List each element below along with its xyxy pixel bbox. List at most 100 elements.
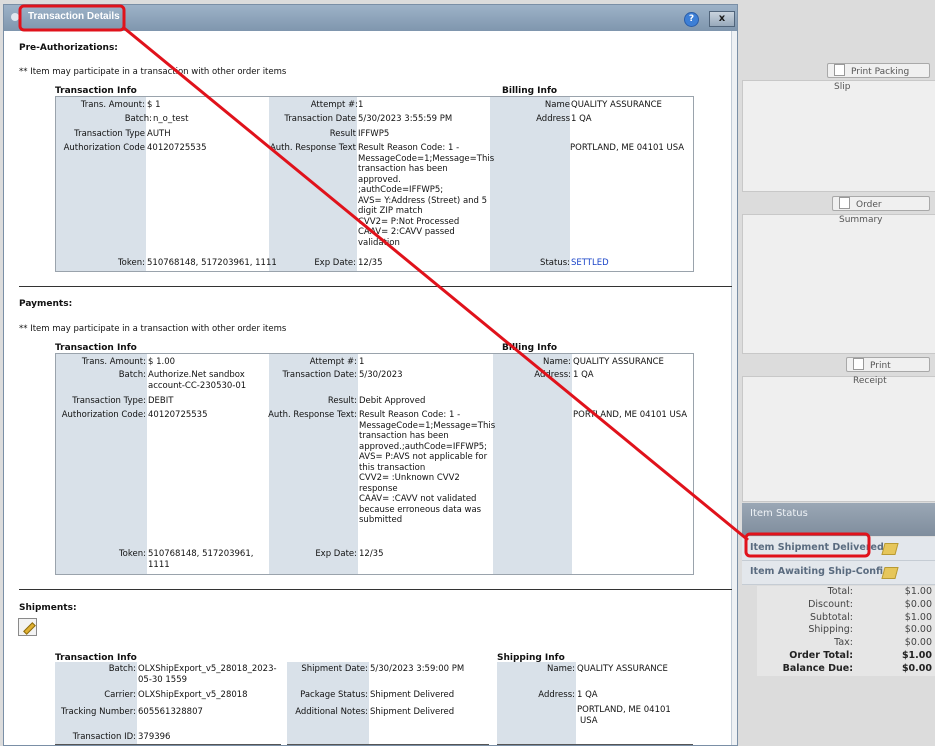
transaction-date-value: 5/30/2023 3:55:59 PM <box>358 114 453 124</box>
document-icon <box>839 197 850 209</box>
exp-date-label: Exp Date: <box>314 258 356 268</box>
attempt-value: 1 <box>358 100 364 110</box>
attempt-label: Attempt #: <box>310 100 358 110</box>
status-label: Status: <box>540 258 570 268</box>
preauth-table: Trans. Amount: $ 1 Batch: n_o_test Trans… <box>55 96 694 272</box>
response-line: Result Reason Code: 1 - <box>358 143 460 153</box>
document-icon <box>853 358 864 370</box>
additional-notes-value: Shipment Delivered <box>370 707 455 717</box>
label-column <box>287 662 369 744</box>
print-packing-slip-button[interactable]: Print Packing Slip <box>827 63 930 92</box>
section-divider <box>19 589 732 590</box>
app-icon <box>11 13 19 21</box>
response-line: AVS= P:AVS not applicable for <box>359 452 488 462</box>
auth-response-value: Result Reason Code: 1 - MessageCode=1;Me… <box>359 410 496 526</box>
totals-value: $0.00 <box>901 662 932 674</box>
close-button[interactable]: x <box>709 11 735 27</box>
attempt-value: 1 <box>359 357 365 367</box>
transaction-type-value: AUTH <box>147 129 171 139</box>
payments-transaction-info-header: Transaction Info <box>55 343 137 353</box>
billing-name-label: Name <box>544 100 570 110</box>
totals-value: $1.00 <box>904 586 932 597</box>
status-value[interactable]: SETTLED <box>571 258 609 269</box>
shipping-address-line1: 1 QA <box>577 690 598 700</box>
totals-row: Discount: $0.00 <box>757 599 935 612</box>
token-value: 510768148, 517203961, 1111 <box>147 258 277 268</box>
totals-label: Shipping: <box>808 624 853 636</box>
response-line: response <box>359 483 398 494</box>
label-column <box>497 662 576 744</box>
token-label: Token: <box>118 549 146 559</box>
help-icon[interactable]: ? <box>684 12 699 27</box>
response-line: CVV2= :Unknown CVV2 <box>359 473 460 483</box>
order-summary-button[interactable]: Order Summary <box>832 196 930 225</box>
preauth-heading: Pre-Authorizations: <box>19 43 118 53</box>
item-status-awaiting-ship-confirm[interactable]: Item Awaiting Ship-Confirm <box>742 561 935 585</box>
billing-name-value: QUALITY ASSURANCE <box>573 357 664 367</box>
trans-amount-label: Trans. Amount: <box>80 100 145 110</box>
batch-line: account-CC-230530-01 <box>148 380 247 391</box>
totals-value: $0.00 <box>904 637 932 649</box>
response-line: MessageCode=1;Message=This <box>358 153 495 164</box>
totals-label: Total: <box>827 586 853 597</box>
shipping-address-label: Address: <box>538 690 575 700</box>
result-value: Debit Approved <box>359 396 426 406</box>
shipment-date-label: Shipment Date: <box>301 664 368 674</box>
tag-icon[interactable] <box>881 567 899 579</box>
response-line: ;authCode=IFFWP5; <box>358 185 444 195</box>
preauth-note: ** Item may participate in a transaction… <box>19 67 287 77</box>
authorization-code-label: Authorization Code <box>63 143 145 153</box>
totals-label: Subtotal: <box>809 611 853 623</box>
billing-address-line2: PORTLAND, ME 04101 USA <box>570 143 685 153</box>
trans-amount-value: $ 1.00 <box>148 357 176 367</box>
batch-value: Authorize.Net sandbox account-CC-230530-… <box>148 370 246 391</box>
package-status-label: Package Status: <box>300 690 368 700</box>
transaction-date-value: 5/30/2023 <box>359 370 403 380</box>
authorization-code-label: Authorization Code: <box>61 410 146 420</box>
response-line: CAAV= :CAVV not validated <box>359 494 477 504</box>
billing-address-line1: 1 QA <box>573 370 594 380</box>
response-line: transaction has been <box>359 431 449 441</box>
item-status-label: Item Awaiting Ship-Confirm <box>750 566 898 577</box>
transaction-type-label: Transaction Type <box>74 129 145 139</box>
section-divider <box>19 286 732 287</box>
result-label: Result <box>329 129 356 139</box>
batch-value: OLXShipExport_v5_28018_2023- 05-30 1559 <box>138 664 277 685</box>
edit-pencil-icon[interactable] <box>18 618 37 636</box>
dialog-scrollbar[interactable] <box>731 31 737 745</box>
token-line: 1111 <box>148 559 170 570</box>
shipping-name-label: Name: <box>547 664 575 674</box>
billing-address-line2: PORTLAND, ME 04101 USA <box>573 410 688 420</box>
tag-icon[interactable] <box>881 543 899 555</box>
shipment-transaction-table: Batch: OLXShipExport_v5_28018_2023- 05-3… <box>55 662 281 745</box>
shipping-address-line2: PORTLAND, ME 04101 USA <box>577 705 671 726</box>
auth-response-label: Auth. Response Text: <box>268 410 357 420</box>
token-line: 510768148, 517203961, <box>148 549 254 559</box>
response-line: CVV2= P:Not Processed <box>358 216 460 227</box>
tracking-number-label: Tracking Number: <box>61 707 136 717</box>
response-line: submitted <box>359 515 403 525</box>
payments-note: ** Item may participate in a transaction… <box>19 324 287 334</box>
result-label: Result: <box>327 396 357 406</box>
trans-amount-value: $ 1 <box>147 100 161 110</box>
batch-label: Batch: <box>108 664 136 674</box>
response-line: validation <box>358 237 400 248</box>
billing-address-label: Address <box>536 114 570 124</box>
item-status-shipment-delivered[interactable]: Item Shipment Delivered <box>742 537 935 561</box>
shipping-name-value: QUALITY ASSURANCE <box>577 664 668 674</box>
dialog-titlebar[interactable]: Transaction Details ? x <box>4 5 737 31</box>
address-line: PORTLAND, ME 04101 <box>577 705 671 715</box>
result-value: IFFWP5 <box>358 129 390 139</box>
print-receipt-button[interactable]: Print Receipt <box>846 357 930 386</box>
response-line: approved.;authCode=IFFWP5; <box>359 441 488 452</box>
totals-row: Total: $1.00 <box>757 586 935 599</box>
billing-name-value: QUALITY ASSURANCE <box>571 100 662 110</box>
background-panel-top <box>742 80 935 192</box>
exp-date-label: Exp Date: <box>315 549 357 559</box>
response-line: MessageCode=1;Message=This <box>359 420 496 431</box>
dialog-title: Transaction Details <box>28 11 120 22</box>
shipment-date-value: 5/30/2023 3:59:00 PM <box>370 664 465 674</box>
auth-response-label: Auth. Response Text <box>269 143 356 153</box>
batch-label: Batch: <box>124 114 152 124</box>
response-line: digit ZIP match <box>358 206 423 216</box>
